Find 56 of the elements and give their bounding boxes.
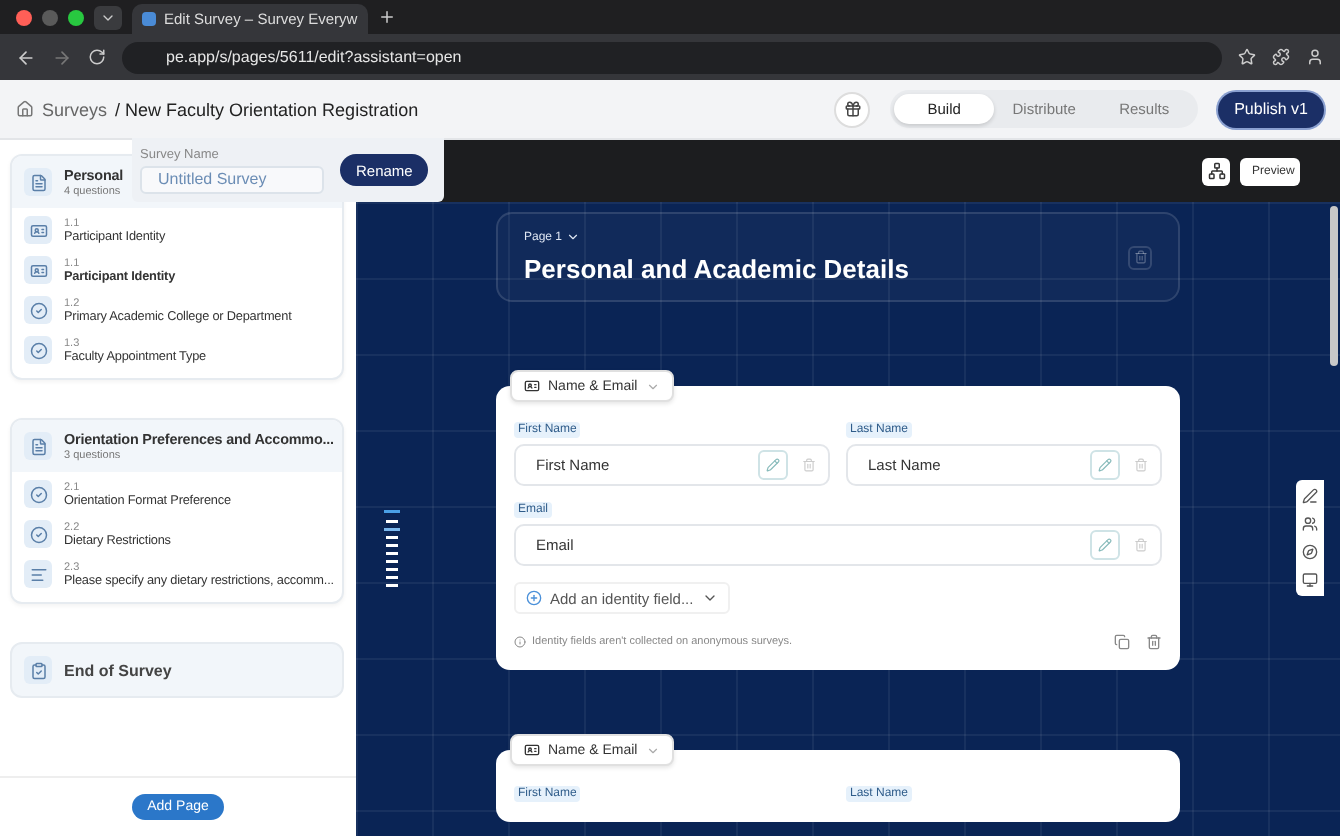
end-of-survey-card[interactable]: End of Survey (10, 642, 344, 698)
chevron-down-icon (645, 743, 660, 757)
trash-icon (1133, 250, 1147, 264)
clipboard-check-icon (29, 661, 47, 679)
chevron-down-icon (645, 379, 660, 393)
gift-icon (843, 100, 862, 118)
gift-button[interactable] (834, 91, 871, 127)
id-card-icon (524, 742, 540, 758)
reload-icon[interactable] (88, 48, 106, 66)
new-tab-icon[interactable] (378, 8, 396, 26)
pencil-icon (1098, 538, 1112, 552)
check-circle-icon (24, 480, 52, 508)
minimize-window-button[interactable] (42, 9, 58, 25)
chevron-down-icon (701, 590, 718, 606)
check-circle-icon (24, 336, 52, 364)
id-card-icon (24, 256, 52, 284)
profile-icon[interactable] (1306, 48, 1324, 66)
forward-icon[interactable] (52, 47, 72, 67)
pen-icon[interactable] (1302, 488, 1318, 504)
hierarchy-icon (1207, 162, 1225, 180)
trash-icon (801, 458, 815, 472)
survey-title[interactable]: / New Faculty Orientation Registration (115, 99, 419, 119)
people-icon[interactable] (1302, 516, 1318, 532)
pencil-icon (1098, 458, 1112, 472)
document-icon (29, 173, 47, 191)
trash-icon[interactable] (1146, 634, 1162, 650)
trash-icon (1133, 458, 1147, 472)
bookmark-star-icon[interactable] (1238, 48, 1256, 66)
id-card-icon (24, 216, 52, 244)
extensions-icon[interactable] (1272, 48, 1290, 66)
info-icon (514, 636, 526, 648)
monitor-icon[interactable] (1302, 572, 1318, 588)
id-card-icon (524, 378, 540, 394)
breadcrumb-link[interactable]: Surveys (42, 99, 108, 119)
page-heading: Personal and Academic Details (524, 254, 909, 284)
trash-icon (1133, 538, 1147, 552)
check-circle-icon (24, 520, 52, 548)
text-lines-icon (24, 560, 52, 588)
scrollbar[interactable] (1330, 206, 1338, 366)
copy-icon[interactable] (1114, 634, 1130, 650)
chevron-down-icon (566, 230, 581, 244)
publish-button[interactable]: Publish v1 (1218, 91, 1324, 127)
back-icon[interactable] (16, 47, 36, 67)
close-window-button[interactable] (16, 9, 32, 25)
pencil-icon (766, 458, 780, 472)
home-icon[interactable] (16, 100, 34, 118)
check-circle-icon (24, 296, 52, 324)
address-bar[interactable]: pe.app/s/pages/5611/edit?assistant=open (122, 41, 1222, 73)
maximize-window-button[interactable] (68, 9, 84, 25)
favicon-icon (142, 12, 156, 26)
document-icon (29, 437, 47, 455)
compass-icon[interactable] (1302, 544, 1318, 560)
flow-button[interactable] (1202, 157, 1230, 185)
tab-list-button[interactable] (94, 5, 122, 29)
page-outline-drawing[interactable] (384, 510, 400, 590)
plus-circle-icon (526, 590, 542, 606)
